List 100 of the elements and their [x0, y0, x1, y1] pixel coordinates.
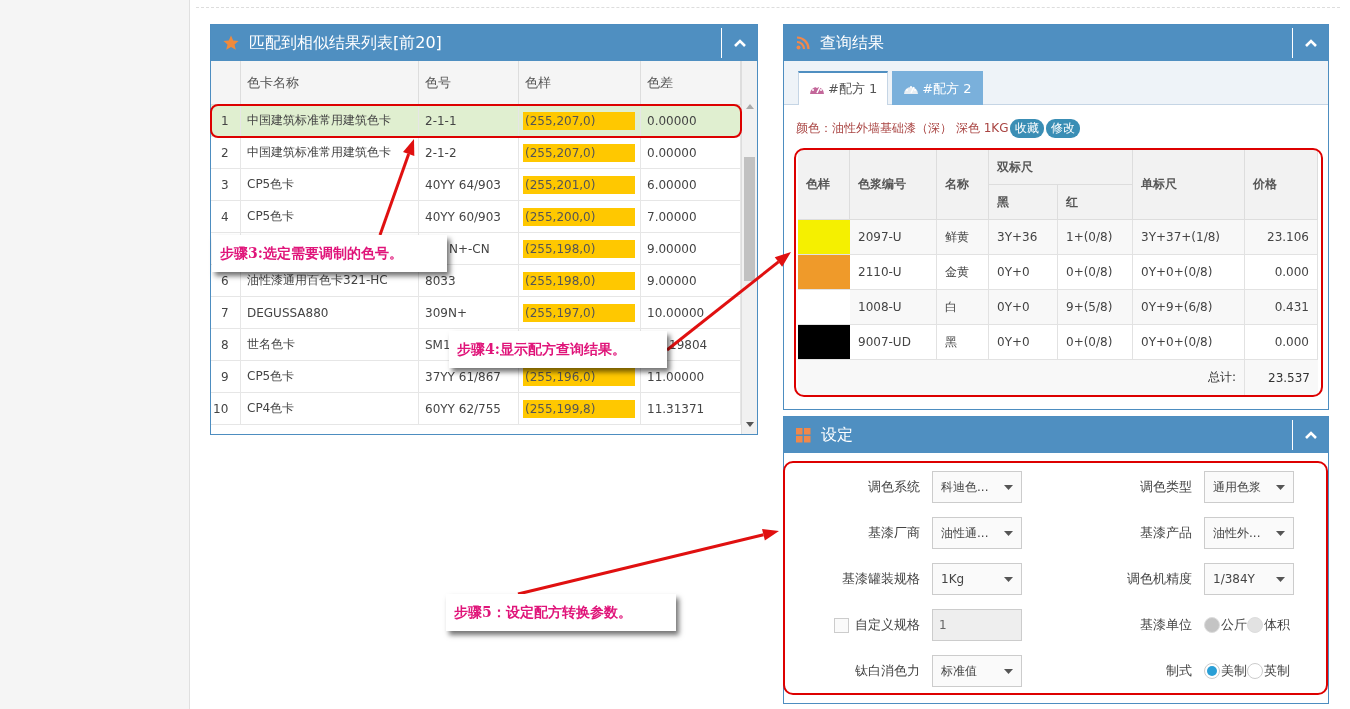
table-cell: 0+(0/8): [1066, 335, 1113, 349]
table-cell: 11.31371: [647, 401, 705, 416]
column-header: 黑: [989, 185, 1058, 220]
caret-icon: [1276, 530, 1285, 536]
column-header: 色差: [641, 61, 741, 105]
table-cell: 0.00000: [647, 113, 697, 128]
table-cell: 2110-U: [858, 265, 902, 279]
select-field[interactable]: 油性外...: [1204, 517, 1294, 549]
table-cell: DEGUSSA880: [241, 297, 419, 329]
table-cell: 2097-U: [858, 230, 902, 244]
table-cell: 9.00000: [647, 241, 697, 256]
scroll-thumb[interactable]: [744, 157, 755, 281]
table-cell: 9+(5/8): [1066, 300, 1113, 314]
select-field[interactable]: 1Kg: [932, 563, 1022, 595]
panel-title: 设定: [821, 424, 854, 446]
column-header: 双标尺: [989, 150, 1133, 185]
table-cell: 中国建筑标准常用建筑色卡: [241, 137, 419, 169]
table-cell: 黑: [945, 333, 957, 351]
table-cell: N+-CN: [449, 241, 490, 256]
table-cell: 7.00000: [647, 209, 697, 224]
caret-icon: [1004, 484, 1013, 490]
field-label: 调色系统: [868, 478, 920, 496]
field-label: 基漆罐装规格: [842, 570, 920, 588]
field-label: 调色类型: [1140, 478, 1192, 496]
row-number: 7: [211, 297, 241, 329]
table-cell: CP5色卡: [241, 169, 419, 201]
table-cell: 9.00000: [647, 273, 697, 288]
row-number: 9: [211, 361, 241, 393]
table-cell: 1008-U: [858, 300, 902, 314]
star-icon: [223, 35, 239, 51]
color-swatch: (255,201,0): [523, 175, 635, 194]
rss-icon: [796, 36, 810, 50]
table-cell: 0.000: [1274, 335, 1309, 349]
color-swatch: (255,207,0): [523, 143, 635, 162]
table-cell: 10.00000: [647, 305, 705, 320]
select-field[interactable]: 标准值: [932, 655, 1022, 687]
table-cell: 0.00000: [647, 145, 697, 160]
grid-icon: [796, 427, 811, 443]
tab[interactable]: #配方 1: [798, 71, 889, 105]
select-field[interactable]: 科迪色...: [932, 471, 1022, 503]
table-cell: 40YY 60/903: [425, 209, 501, 224]
column-header: 价格: [1245, 150, 1318, 220]
action-button[interactable]: 修改: [1046, 119, 1081, 138]
column-header: 色样: [519, 61, 641, 105]
table-cell: 0+(0/8): [1066, 265, 1113, 279]
color-swatch: (255,198,0): [523, 239, 635, 258]
column-header: 色卡名称: [241, 61, 419, 105]
table-cell: 11.00000: [647, 369, 705, 384]
table-cell: 鲜黄: [945, 228, 969, 246]
table-cell: 白: [945, 298, 957, 316]
field-label: 制式: [1166, 662, 1192, 680]
table-cell: 3Y+37+(1/8): [1141, 230, 1221, 244]
color-info: 颜色：油性外墙基础漆（深） 深色 1KG: [796, 120, 1009, 137]
field-label: 调色机精度: [1127, 570, 1192, 588]
table-cell: 世名色卡: [241, 329, 419, 361]
scroll-down-icon[interactable]: [745, 422, 754, 428]
panel-title: 匹配到相似结果列表[前20]: [249, 32, 443, 54]
table-cell: 60YY 62/755: [425, 401, 501, 416]
table-cell: 0Y+0: [997, 335, 1030, 349]
table-cell: 8033: [425, 273, 456, 288]
column-header: 单标尺: [1133, 150, 1245, 220]
table-cell: 40YY 64/903: [425, 177, 501, 192]
table-cell: 6.00000: [647, 177, 697, 192]
step-callout: 步骤5：设定配方转换参数。: [446, 594, 676, 631]
select-field[interactable]: 油性通...: [932, 517, 1022, 549]
panel-title: 查询结果: [820, 32, 885, 54]
table-cell: 金黄: [945, 263, 969, 281]
action-button[interactable]: 收藏: [1010, 119, 1045, 138]
table-cell: 0.431: [1274, 300, 1309, 314]
select-field[interactable]: 1/384Y: [1204, 563, 1294, 595]
color-swatch: (255,199,8): [523, 399, 635, 418]
column-header: 名称: [937, 150, 989, 220]
radio-option[interactable]: 英制: [1247, 662, 1290, 680]
row-number: 10: [211, 393, 241, 425]
collapse-icon: [1303, 38, 1318, 48]
radio-option[interactable]: 美制: [1204, 662, 1247, 680]
total-value: 23.537: [1268, 370, 1310, 385]
scrollbar[interactable]: [741, 61, 757, 434]
table-cell: 9007-UD: [858, 335, 911, 349]
caret-icon: [1004, 576, 1013, 582]
field-label: 钛白消色力: [855, 662, 920, 680]
table-cell: 309N+: [425, 305, 467, 320]
field-label: 自定义规格: [855, 616, 920, 634]
select-field[interactable]: 通用色浆: [1204, 471, 1294, 503]
column-header: 色样: [798, 150, 850, 220]
row-number: 4: [211, 201, 241, 233]
caret-icon: [1004, 668, 1013, 674]
row-number: 3: [211, 169, 241, 201]
collapse-icon: [1303, 430, 1318, 440]
table-cell: 0Y+0: [997, 265, 1030, 279]
column-header: 红: [1058, 185, 1133, 220]
scroll-up-icon[interactable]: [745, 103, 754, 109]
table-cell: 23.106: [1267, 230, 1309, 244]
step-callout: 步骤3:选定需要调制的色号。: [212, 235, 447, 272]
caret-icon: [1276, 576, 1285, 582]
table-cell: 0Y+9+(6/8): [1141, 300, 1213, 314]
total-label: 总计:: [1207, 369, 1236, 386]
caret-icon: [1004, 530, 1013, 536]
color-swatch: (255,207,0): [523, 111, 635, 130]
table-cell: 2-1-2: [425, 145, 457, 160]
